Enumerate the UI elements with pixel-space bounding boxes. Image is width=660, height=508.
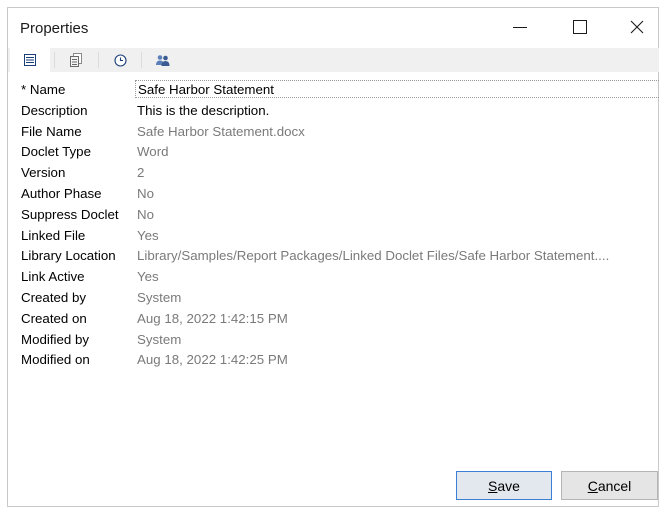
property-value: Aug 18, 2022 1:42:15 PM xyxy=(137,310,288,326)
tab-history[interactable] xyxy=(100,48,140,72)
properties-dialog: Properties * Name Safe Harbor Statement … xyxy=(7,7,660,507)
property-row-created-on: Created on Aug 18, 2022 1:42:15 PM xyxy=(11,309,659,330)
property-row-doclet-type: Doclet Type Word xyxy=(11,142,659,163)
cancel-mnemonic: C xyxy=(587,477,598,494)
cancel-label: ancel xyxy=(597,477,632,494)
property-row-description[interactable]: Description This is the description. xyxy=(11,101,659,122)
property-value: Aug 18, 2022 1:42:25 PM xyxy=(137,352,288,368)
property-label: Modified on xyxy=(21,352,90,368)
property-row-created-by: Created by System xyxy=(11,288,659,309)
dialog-title: Properties xyxy=(20,20,89,37)
property-label: Description xyxy=(21,102,88,118)
property-value: Yes xyxy=(137,227,159,243)
tab-separator xyxy=(141,52,142,68)
property-row-modified-by: Modified by System xyxy=(11,330,659,351)
property-value: No xyxy=(137,206,154,222)
property-label: Doclet Type xyxy=(21,144,91,160)
minimize-button[interactable] xyxy=(497,8,543,46)
property-value: Yes xyxy=(137,269,159,285)
property-value: System xyxy=(137,331,182,347)
maximize-button[interactable] xyxy=(557,8,603,46)
save-button[interactable]: Save xyxy=(456,471,552,500)
property-row-modified-on: Modified on Aug 18, 2022 1:42:25 PM xyxy=(11,350,659,371)
property-value: Word xyxy=(137,144,169,160)
document-versions-icon xyxy=(70,53,82,67)
users-permissions-icon xyxy=(156,54,170,66)
property-value: System xyxy=(137,289,182,305)
title-bar: Properties xyxy=(8,8,658,48)
property-label: Modified by xyxy=(21,331,89,347)
tab-toolbar xyxy=(8,48,659,72)
property-label: Suppress Doclet xyxy=(21,206,119,222)
property-label: Library Location xyxy=(21,248,116,264)
maximize-icon xyxy=(573,20,587,34)
tab-properties[interactable] xyxy=(10,48,50,72)
property-row-name[interactable]: * Name Safe Harbor Statement xyxy=(11,80,660,101)
property-row-author-phase: Author Phase No xyxy=(11,184,659,205)
minimize-icon xyxy=(513,26,527,28)
property-row-suppress-doclet: Suppress Doclet No xyxy=(11,205,659,226)
property-grid-icon xyxy=(24,54,36,66)
description-field[interactable]: This is the description. xyxy=(137,103,659,118)
property-label: Link Active xyxy=(21,269,85,285)
property-row-library-location: Library Location Library/Samples/Report … xyxy=(11,246,659,267)
save-label: ave xyxy=(497,477,520,494)
property-value: 2 xyxy=(137,165,145,181)
name-field[interactable]: Safe Harbor Statement xyxy=(135,80,660,98)
close-button[interactable] xyxy=(614,8,660,46)
property-label: Author Phase xyxy=(21,185,102,201)
property-label: Linked File xyxy=(21,227,86,243)
tab-separator xyxy=(54,52,55,68)
cancel-button[interactable]: Cancel xyxy=(561,471,658,500)
property-row-file-name: File Name Safe Harbor Statement.docx xyxy=(11,122,659,143)
tab-permissions[interactable] xyxy=(143,48,183,72)
save-mnemonic: S xyxy=(488,477,498,494)
property-value: Safe Harbor Statement.docx xyxy=(137,123,305,139)
history-clock-icon xyxy=(113,53,127,67)
property-row-linked-file: Linked File Yes xyxy=(11,226,659,247)
tab-versions[interactable] xyxy=(56,48,96,72)
property-label: File Name xyxy=(21,123,82,139)
property-value: No xyxy=(137,185,154,201)
close-icon xyxy=(630,20,644,34)
tab-separator xyxy=(98,52,99,68)
property-label: Created on xyxy=(21,310,87,326)
property-label: Created by xyxy=(21,289,87,305)
property-label: Version xyxy=(21,165,66,181)
property-label: * Name xyxy=(21,82,66,97)
property-grid: * Name Safe Harbor Statement Description… xyxy=(11,80,660,371)
property-value: Library/Samples/Report Packages/Linked D… xyxy=(137,248,610,264)
property-row-link-active: Link Active Yes xyxy=(11,267,659,288)
property-row-version: Version 2 xyxy=(11,163,659,184)
